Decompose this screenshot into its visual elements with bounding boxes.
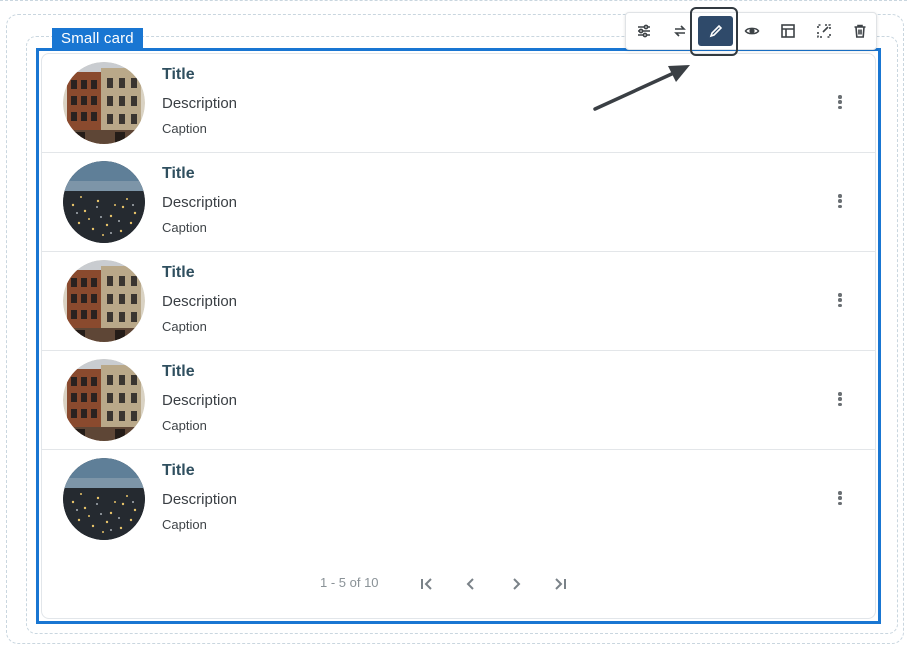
item-title: Title: [162, 462, 195, 479]
item-caption: Caption: [162, 121, 207, 136]
more-options-icon[interactable]: [832, 388, 848, 410]
list-item[interactable]: Title Description Caption: [42, 153, 875, 252]
list-item[interactable]: Title Description Caption: [42, 450, 875, 549]
more-options-icon[interactable]: [832, 190, 848, 212]
pointer-arrow-icon: [593, 65, 690, 111]
item-title: Title: [162, 66, 195, 83]
avatar-building-image: [63, 359, 145, 441]
more-options-icon[interactable]: [832, 289, 848, 311]
pagination-range: 1 - 5 of 10: [320, 575, 379, 590]
sliders-icon[interactable]: [626, 13, 662, 49]
item-caption: Caption: [162, 418, 207, 433]
item-description: Description: [162, 194, 238, 211]
item-title: Title: [162, 165, 195, 182]
item-description: Description: [162, 392, 238, 409]
last-page-icon[interactable]: [547, 571, 573, 597]
active-tool-highlight: [690, 7, 738, 56]
item-description: Description: [162, 95, 238, 112]
next-page-icon[interactable]: [503, 571, 529, 597]
trash-icon[interactable]: [842, 13, 878, 49]
more-options-icon[interactable]: [832, 487, 848, 509]
first-page-icon[interactable]: [414, 571, 440, 597]
small-card[interactable]: Title Description Caption Title Descript…: [41, 53, 876, 619]
item-description: Description: [162, 491, 238, 508]
component-toolbar: [625, 12, 877, 50]
avatar-city-image: [63, 161, 145, 243]
list-item[interactable]: Title Description Caption: [42, 252, 875, 351]
expand-icon[interactable]: [806, 13, 842, 49]
avatar-city-image: [63, 458, 145, 540]
more-options-icon[interactable]: [832, 91, 848, 113]
item-caption: Caption: [162, 220, 207, 235]
list-item[interactable]: Title Description Caption: [42, 351, 875, 450]
item-caption: Caption: [162, 517, 207, 532]
item-title: Title: [162, 264, 195, 281]
item-title: Title: [162, 363, 195, 380]
avatar-building-image: [63, 62, 145, 144]
layout-icon[interactable]: [770, 13, 806, 49]
eye-icon[interactable]: [734, 13, 770, 49]
list-item[interactable]: Title Description Caption: [42, 54, 875, 153]
item-description: Description: [162, 293, 238, 310]
pagination: 1 - 5 of 10: [42, 569, 875, 599]
component-tag[interactable]: Small card: [52, 28, 143, 50]
avatar-building-image: [63, 260, 145, 342]
item-caption: Caption: [162, 319, 207, 334]
previous-page-icon[interactable]: [458, 571, 484, 597]
top-dashed-divider: [0, 0, 907, 2]
